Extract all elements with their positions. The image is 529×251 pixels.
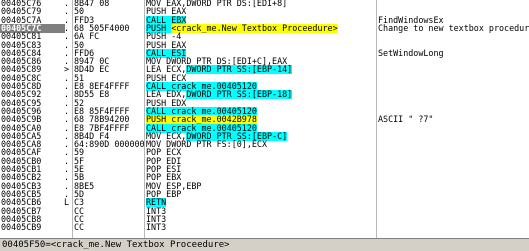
- instruction-row[interactable]: 00405CB9 CC INT3: [0, 223, 529, 232]
- disassembly-pane[interactable]: 00405C76. 8B47 08 MOV EAX,DWORD PTR DS:[ED…: [0, 0, 529, 238]
- instruction-token: INT3: [146, 223, 167, 233]
- status-line: 00405F50=<crack_me.New Textbox Proceedur…: [0, 238, 529, 251]
- hex-bytes-cell: CC: [74, 223, 85, 233]
- comment-cell: [378, 223, 529, 232]
- disassembly-cell[interactable]: INT3: [146, 223, 376, 232]
- flow-mark: [64, 223, 74, 232]
- address-cell[interactable]: 00405CB9: [0, 223, 65, 232]
